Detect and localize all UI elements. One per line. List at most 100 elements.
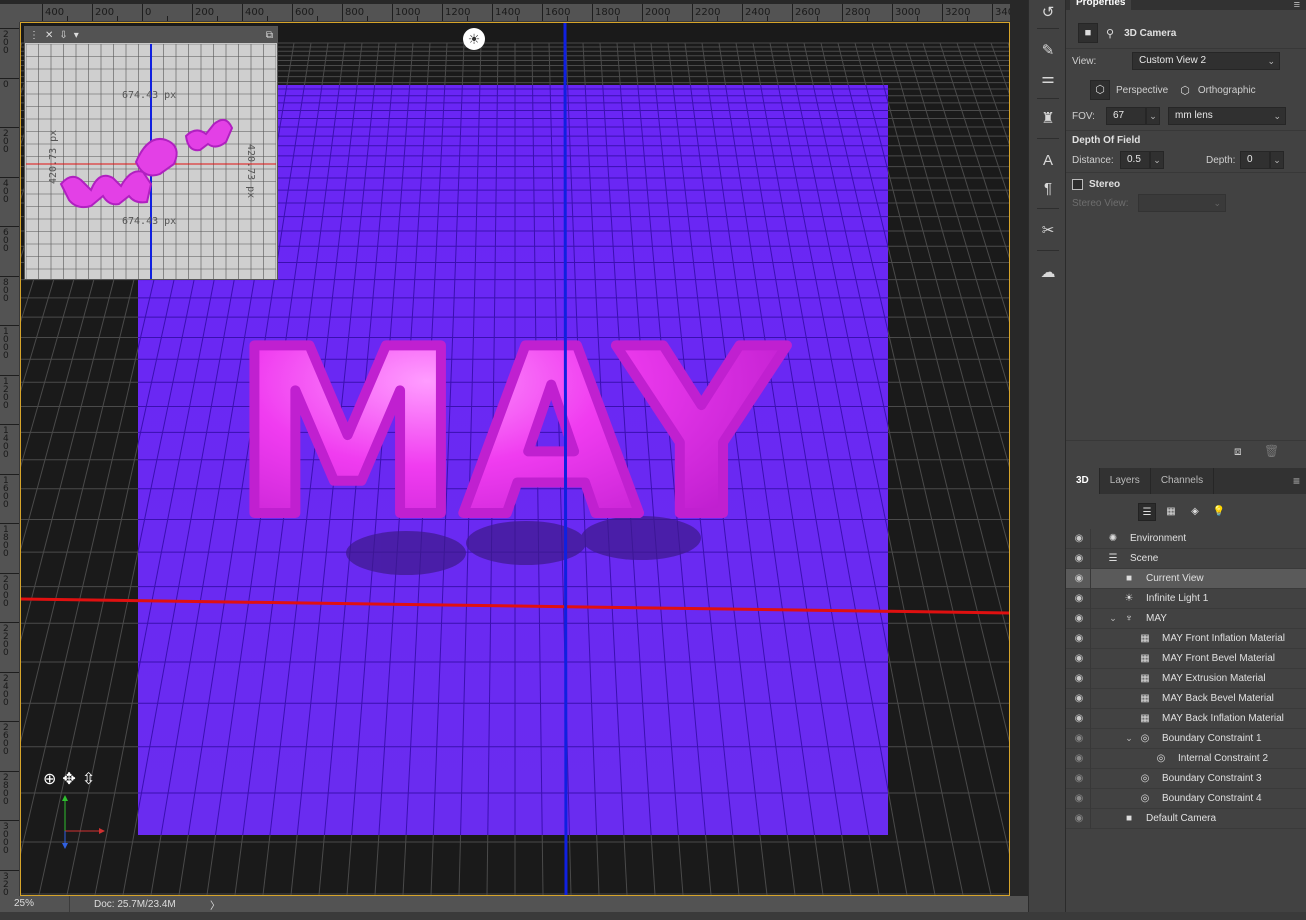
3d-filter-buttons: ☰ ▦ ◈ 💡 <box>1138 503 1228 521</box>
axis-gizmo[interactable] <box>57 793 107 853</box>
zoom-level[interactable]: 25% <box>0 896 70 912</box>
dimension-label-left: 420.73 px <box>48 130 59 184</box>
lights-filter-icon[interactable]: 💡 <box>1210 503 1228 521</box>
scene-tree-row[interactable]: ◉ ⌄ ♆ MAY <box>1066 609 1306 629</box>
panel-menu-icon[interactable]: ≡ <box>1293 468 1306 494</box>
fov-dropdown[interactable]: ⌄ <box>1146 107 1160 125</box>
ruler-tick <box>0 622 19 623</box>
chevron-down-icon[interactable]: ▾ <box>74 30 79 41</box>
depth-dropdown[interactable]: ⌄ <box>1270 151 1284 169</box>
ruler-label: 1 0 0 0 <box>3 327 9 361</box>
pan-icon[interactable]: ✥ <box>62 769 75 789</box>
materials-filter-icon[interactable]: ◈ <box>1186 503 1204 521</box>
light-widget-icon[interactable]: ☀ <box>463 28 485 50</box>
menu-dots-icon[interactable]: ⋮ <box>29 30 39 41</box>
visibility-eye-icon[interactable]: ◉ <box>1072 612 1086 626</box>
scene-tree-row[interactable]: ◉ ▦ MAY Back Inflation Material <box>1066 709 1306 729</box>
scene-tree-row[interactable]: ◉ ▦ MAY Front Inflation Material <box>1066 629 1306 649</box>
trash-icon[interactable]: 🗑 <box>1264 444 1279 458</box>
visibility-eye-icon[interactable]: ◉ <box>1072 792 1086 806</box>
layer-type-icon: ✺ <box>1108 533 1118 544</box>
3d-scene-tree: ◉ ✺ Environment ◉ ☰ Scene ◉ ■ Current View ◉ ☀ Infi… <box>1066 529 1306 829</box>
ruler-label: 1 6 0 0 <box>3 475 9 510</box>
distance-dropdown[interactable]: ⌄ <box>1150 151 1164 169</box>
vertical-ruler[interactable]: 2 0 0 0 2 0 0 4 0 0 6 0 0 8 0 0 1 0 0 0 1 2 0 0… <box>0 22 20 896</box>
dolly-icon[interactable]: ⇳ <box>82 769 95 789</box>
tools-icon[interactable]: ✂ <box>1037 220 1059 242</box>
render-icon[interactable]: ⧈ <box>1234 444 1242 459</box>
scene-tree-row[interactable]: ◉ ◎ Boundary Constraint 4 <box>1066 789 1306 809</box>
brush-icon[interactable]: ✎ <box>1037 40 1059 62</box>
meshes-filter-icon[interactable]: ▦ <box>1162 503 1180 521</box>
visibility-eye-icon[interactable]: ◉ <box>1072 632 1086 646</box>
scene-tree-row[interactable]: ◉ ◎ Boundary Constraint 3 <box>1066 769 1306 789</box>
scene-tree-row[interactable]: ◉ ☰ Scene <box>1066 549 1306 569</box>
scene-tree-row[interactable]: ◉ ▦ MAY Back Bevel Material <box>1066 689 1306 709</box>
visibility-eye-icon[interactable]: ◉ <box>1072 592 1086 606</box>
visibility-eye-icon[interactable]: ◉ <box>1072 812 1086 826</box>
lens-select[interactable]: mm lens ⌄ <box>1168 107 1286 125</box>
scene-tree-row[interactable]: ◉ ☀ Infinite Light 1 <box>1066 589 1306 609</box>
properties-tab[interactable]: Properties <box>1070 0 1132 10</box>
visibility-eye-icon[interactable]: ◉ <box>1072 572 1086 586</box>
dof-header: Depth Of Field <box>1066 133 1306 147</box>
distance-input[interactable]: 0.5 <box>1120 151 1150 169</box>
ruler-tick <box>0 473 19 475</box>
orthographic-icon[interactable]: ⬡ <box>1180 84 1190 97</box>
paragraph-icon[interactable]: ¶ <box>1037 178 1059 200</box>
panel-menu-icon[interactable]: ≡ <box>1294 0 1300 11</box>
tab-3d[interactable]: 3D <box>1066 468 1100 494</box>
layer-type-icon: ☀ <box>1124 593 1134 604</box>
3d-text-may[interactable]: MAY <box>228 296 792 573</box>
visibility-eye-icon[interactable]: ◉ <box>1072 772 1086 786</box>
visibility-eye-icon[interactable]: ◉ <box>1072 712 1086 726</box>
adjustments-icon[interactable]: ⚌ <box>1037 68 1059 90</box>
creative-cloud-icon[interactable]: ☁ <box>1037 262 1059 284</box>
tab-layers[interactable]: Layers <box>1100 468 1151 494</box>
scene-tree-row[interactable]: ◉ ⌄ ◎ Boundary Constraint 1 <box>1066 729 1306 749</box>
scene-tree-row[interactable]: ◉ ▦ MAY Extrusion Material <box>1066 669 1306 689</box>
scene-tree-row[interactable]: ◉ ▦ MAY Front Bevel Material <box>1066 649 1306 669</box>
view-select[interactable]: Custom View 2 ⌄ <box>1132 52 1280 70</box>
scene-tree-row[interactable]: ◉ ■ Current View <box>1066 569 1306 589</box>
horizontal-ruler[interactable]: 400 200 0 200 400 600 800 1000 1200 1400 1600 1800 2… <box>20 4 1010 22</box>
character-icon[interactable]: A <box>1037 150 1059 172</box>
visibility-eye-icon[interactable]: ◉ <box>1072 672 1086 686</box>
ruler-tick <box>167 16 168 21</box>
tab-channels[interactable]: Channels <box>1151 468 1215 494</box>
coordinates-icon[interactable]: ⚲ <box>1106 27 1114 40</box>
clone-stamp-icon[interactable]: ♜ <box>1037 108 1059 130</box>
swap-view-icon[interactable]: ⧉ <box>266 30 273 41</box>
scene-tree-row[interactable]: ◉ ◎ Internal Constraint 2 <box>1066 749 1306 769</box>
expand-chevron-icon[interactable]: ⌄ <box>1108 613 1118 624</box>
document-canvas[interactable]: MAY ☀ ⋮ ✕ ⇩ ▾ ⧉ 674.43 px 674.43 px 420.… <box>20 22 1010 896</box>
visibility-eye-icon[interactable]: ◉ <box>1072 552 1086 566</box>
visibility-eye-icon[interactable]: ◉ <box>1072 652 1086 666</box>
expand-chevron-icon[interactable]: ⌄ <box>1124 733 1134 744</box>
orthographic-label[interactable]: Orthographic <box>1198 85 1256 96</box>
visibility-eye-icon[interactable]: ◉ <box>1072 692 1086 706</box>
ruler-corner[interactable] <box>0 4 20 22</box>
perspective-icon[interactable]: ⬡ <box>1090 80 1110 100</box>
stereo-checkbox[interactable] <box>1072 178 1083 190</box>
visibility-eye-icon[interactable]: ◉ <box>1072 752 1086 766</box>
scene-tree-row[interactable]: ◉ ✺ Environment <box>1066 529 1306 549</box>
depth-input[interactable]: 0 <box>1240 151 1270 169</box>
perspective-label[interactable]: Perspective <box>1116 85 1168 96</box>
ruler-label: 400 <box>45 7 65 18</box>
orbit-icon[interactable]: ⊕ <box>43 769 56 789</box>
scene-tree-row[interactable]: ◉ ■ Default Camera <box>1066 809 1306 829</box>
visibility-eye-icon[interactable]: ◉ <box>1072 732 1086 746</box>
history-icon[interactable]: ↺ <box>1037 2 1059 24</box>
close-icon[interactable]: ✕ <box>45 30 53 41</box>
visibility-eye-icon[interactable]: ◉ <box>1072 532 1086 546</box>
whole-scene-filter-icon[interactable]: ☰ <box>1138 503 1156 521</box>
camera-icon[interactable]: ■ <box>1078 23 1098 43</box>
fov-row: FOV: 67 ⌄ mm lens ⌄ <box>1066 106 1306 126</box>
secondary-view[interactable]: ⋮ ✕ ⇩ ▾ ⧉ 674.43 px 674.43 px 420.73 px <box>24 26 278 280</box>
stereo-label[interactable]: Stereo <box>1089 179 1120 190</box>
camera-select-icon[interactable]: ⇩ <box>59 30 67 41</box>
ruler-tick <box>267 16 268 21</box>
status-menu-arrow[interactable]: 〉 <box>210 897 220 912</box>
fov-input[interactable]: 67 <box>1106 107 1146 125</box>
